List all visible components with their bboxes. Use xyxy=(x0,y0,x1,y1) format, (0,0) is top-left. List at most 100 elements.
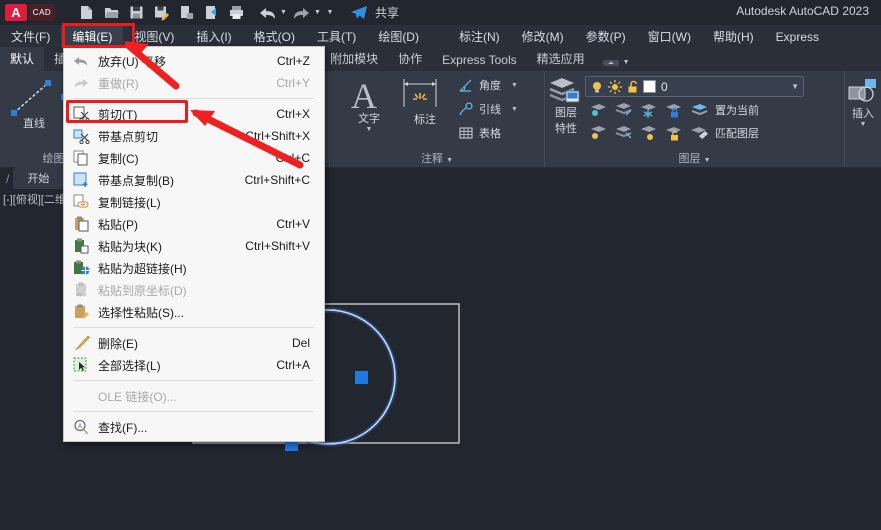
menu-item-select-all-label: 全部选择(L) xyxy=(98,358,161,373)
menu-draw[interactable]: 绘图(D) xyxy=(367,26,430,47)
menu-item-copy-link[interactable]: 复制链接(L) xyxy=(64,191,324,213)
table-tool[interactable]: 表格 xyxy=(458,125,501,141)
set-current-layer-label[interactable]: 置为当前 xyxy=(715,102,759,118)
layer-thaw-icon[interactable] xyxy=(639,124,658,142)
menu-modify[interactable]: 修改(M) xyxy=(511,26,575,47)
current-layer-combobox[interactable]: 0 ▼ xyxy=(585,76,804,97)
set-current-layer-icon[interactable] xyxy=(689,101,709,119)
svg-text:xy: xy xyxy=(77,292,83,298)
save-as-icon[interactable] xyxy=(149,2,173,24)
menu-insert[interactable]: 插入(I) xyxy=(185,26,242,47)
app-title: Autodesk AutoCAD 2023 xyxy=(736,4,869,18)
ribbon-options-caret-icon[interactable]: ▼ xyxy=(623,59,630,66)
angle-caret-icon[interactable]: ▼ xyxy=(511,82,518,89)
menu-item-copy-shortcut: Ctrl+C xyxy=(275,151,310,165)
print-icon[interactable] xyxy=(224,2,248,24)
ribbon-tab-addins[interactable]: 附加模块 xyxy=(320,47,388,71)
redo-arrow-icon xyxy=(64,72,98,94)
menu-edit[interactable]: 编辑(E) xyxy=(61,26,124,47)
layer-color-swatch[interactable] xyxy=(643,80,656,93)
layer-unlock-all-icon[interactable] xyxy=(664,124,683,142)
menu-help[interactable]: 帮助(H) xyxy=(702,26,765,47)
redo-icon[interactable] xyxy=(289,2,313,24)
ribbon-tab-express-tools[interactable]: Express Tools xyxy=(432,50,526,71)
erase-pencil-icon xyxy=(64,332,98,354)
ribbon-tab-home[interactable]: 默认 xyxy=(0,47,45,71)
menu-item-paste[interactable]: 粘贴(P) Ctrl+V xyxy=(64,213,324,235)
insert-block-caret-icon[interactable]: ▼ xyxy=(847,121,879,128)
menu-item-select-all[interactable]: 全部选择(L) Ctrl+A xyxy=(64,354,324,376)
open-folder-icon[interactable] xyxy=(99,2,123,24)
undo-icon[interactable] xyxy=(255,2,279,24)
grip-east xyxy=(355,371,368,384)
menu-express[interactable]: Express xyxy=(765,26,830,47)
menu-view[interactable]: 视图(V) xyxy=(123,26,185,47)
line-tool[interactable]: 直线 xyxy=(8,75,60,131)
layer-on-icon[interactable] xyxy=(589,124,608,142)
annotation-panel-caret-icon[interactable]: ▼ xyxy=(446,157,453,164)
menu-item-erase[interactable]: 删除(E) Del xyxy=(64,332,324,354)
menu-item-cut[interactable]: 剪切(T) Ctrl+X xyxy=(64,103,324,125)
layer-isolate-icon[interactable] xyxy=(589,101,608,119)
menu-item-copy-link-label: 复制链接(L) xyxy=(98,195,161,210)
menu-item-copy-with-basepoint[interactable]: 带基点复制(B) Ctrl+Shift+C xyxy=(64,169,324,191)
menu-item-undo[interactable]: 放弃(U) 平移 Ctrl+Z xyxy=(64,50,324,72)
ribbon-minimize-icon[interactable] xyxy=(602,57,619,68)
edit-dropdown-menu[interactable]: 放弃(U) 平移 Ctrl+Z 重做(R) Ctrl+Y 剪切(T) Ctrl+… xyxy=(63,46,325,442)
layer-on-bulb-icon[interactable] xyxy=(590,80,604,94)
drawing-tab-start[interactable]: 开始 xyxy=(13,167,64,189)
menu-item-paste-special[interactable]: 选择性粘贴(S)... xyxy=(64,301,324,323)
export-icon[interactable] xyxy=(199,2,223,24)
menu-format[interactable]: 格式(O) xyxy=(243,26,306,47)
redo-dropdown-caret-icon[interactable]: ▼ xyxy=(313,2,322,24)
layer-combobox-caret-icon[interactable]: ▼ xyxy=(791,82,799,91)
new-file-icon[interactable] xyxy=(74,2,98,24)
menu-item-select-all-shortcut: Ctrl+A xyxy=(276,358,310,372)
ribbon-tab-featured-apps[interactable]: 精选应用 xyxy=(527,47,595,71)
text-tool[interactable]: A 文字 ▼ xyxy=(344,75,394,133)
copy-basepoint-icon xyxy=(64,169,98,191)
plot-preview-icon[interactable] xyxy=(174,2,198,24)
layer-freeze-all-icon[interactable] xyxy=(614,101,633,119)
menu-separator-2 xyxy=(74,327,314,328)
menu-window[interactable]: 窗口(W) xyxy=(637,26,702,47)
menu-dimension[interactable]: 标注(N) xyxy=(448,26,511,47)
menu-item-paste-as-hyperlink[interactable]: 粘贴为超链接(H) xyxy=(64,257,324,279)
customize-quick-access-caret-icon[interactable]: ▼ xyxy=(322,2,338,24)
layer-lock-icon[interactable] xyxy=(664,101,683,119)
angular-dim-tool[interactable]: 角度 ▼ xyxy=(458,77,518,93)
menu-item-erase-shortcut: Del xyxy=(291,336,310,350)
layer-thaw-sun-icon[interactable] xyxy=(608,79,622,94)
paste-special-icon xyxy=(64,301,98,323)
undo-dropdown-caret-icon[interactable]: ▼ xyxy=(279,2,288,24)
dimension-tool[interactable]: 标注 xyxy=(398,75,452,127)
layer-unlock-icon[interactable] xyxy=(626,80,640,94)
cut-scissors-icon xyxy=(64,103,98,125)
share-icon[interactable] xyxy=(347,2,371,24)
layer-thaw-all-icon[interactable] xyxy=(614,124,633,142)
ribbon-panel-annotation-title[interactable]: 注释 ▼ xyxy=(330,150,544,166)
leader-tool[interactable]: 引线 ▼ xyxy=(458,101,518,117)
menu-file[interactable]: 文件(F) xyxy=(0,26,61,47)
ribbon-tab-collaborate[interactable]: 协作 xyxy=(388,47,432,71)
share-label[interactable]: 共享 xyxy=(375,4,399,21)
menu-item-find[interactable]: A 查找(F)... xyxy=(64,416,324,438)
menu-item-copy[interactable]: 复制(C) Ctrl+C xyxy=(64,147,324,169)
insert-block-tool[interactable]: 插入 ▼ xyxy=(847,79,879,128)
layer-panel-caret-icon[interactable]: ▼ xyxy=(704,157,711,164)
menu-item-find-label: 查找(F)... xyxy=(98,420,148,435)
match-layer-label[interactable]: 匹配图层 xyxy=(715,125,759,141)
text-caret-icon[interactable]: ▼ xyxy=(344,126,394,133)
menu-parametric[interactable]: 参数(P) xyxy=(575,26,637,47)
menu-item-cut-with-basepoint[interactable]: 带基点剪切 Ctrl+Shift+X xyxy=(64,125,324,147)
menu-item-paste-as-block[interactable]: 粘贴为块(K) Ctrl+Shift+V xyxy=(64,235,324,257)
match-layer-icon[interactable] xyxy=(689,124,709,142)
layer-freeze-icon[interactable] xyxy=(639,101,658,119)
menu-tools[interactable]: 工具(T) xyxy=(306,26,367,47)
layer-properties-tool[interactable]: 图层 特性 xyxy=(547,75,585,136)
leader-caret-icon[interactable]: ▼ xyxy=(511,106,518,113)
save-icon[interactable] xyxy=(124,2,148,24)
copy-icon xyxy=(64,147,98,169)
ribbon-panel-layer-title[interactable]: 图层 ▼ xyxy=(545,150,844,166)
text-a-icon: A xyxy=(351,76,377,115)
